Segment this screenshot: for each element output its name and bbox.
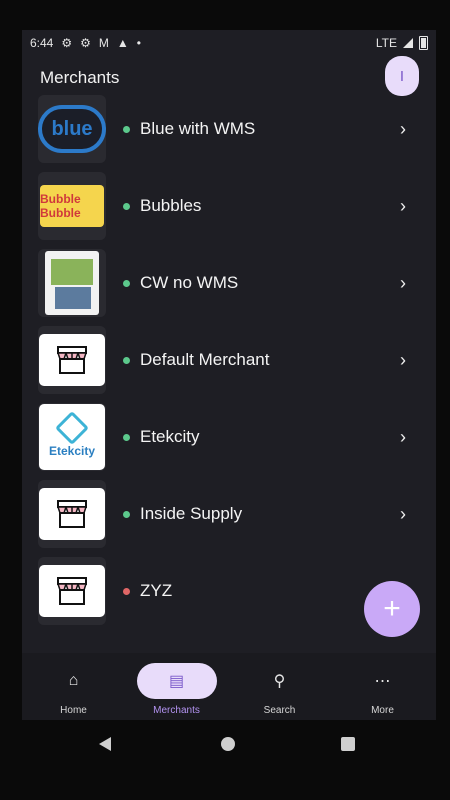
nav-item-merchants[interactable]: ▤ Merchants bbox=[125, 653, 228, 720]
chevron-right-icon: › bbox=[400, 426, 406, 447]
app-screen: 6:44 ⚙ ⚙ M ▲ • LTE Merchants I blue Blue… bbox=[22, 30, 436, 720]
merchant-logo: Bubble Bubble bbox=[38, 172, 106, 240]
chevron-right-icon: › bbox=[400, 503, 406, 524]
merchant-logo bbox=[38, 480, 106, 548]
notification-dot-icon: • bbox=[136, 36, 141, 50]
status-bar: 6:44 ⚙ ⚙ M ▲ • LTE bbox=[22, 30, 436, 56]
status-dot bbox=[123, 587, 130, 595]
plus-icon: + bbox=[383, 592, 401, 625]
settings-icon: ⚙ bbox=[61, 36, 73, 50]
merchant-logo bbox=[38, 249, 106, 317]
store-icon bbox=[56, 346, 88, 374]
nav-item-home[interactable]: ⌂ Home bbox=[22, 653, 125, 720]
etekcity-logo: Etekcity bbox=[39, 404, 105, 470]
avatar[interactable]: I bbox=[385, 56, 419, 96]
nav-label: Search bbox=[263, 705, 296, 716]
store-logo bbox=[39, 565, 105, 617]
nav-icon-container: ⋯ bbox=[343, 663, 423, 699]
merchant-name: Default Merchant bbox=[140, 350, 270, 369]
status-dot bbox=[123, 356, 130, 364]
cw-logo bbox=[45, 251, 99, 315]
merchant-logo bbox=[38, 557, 106, 625]
bubbles-logo: Bubble Bubble bbox=[40, 185, 104, 227]
nav-icon-container: ⌂ bbox=[34, 663, 114, 699]
more-icon: ⋯ bbox=[374, 673, 391, 690]
store-icon bbox=[56, 577, 88, 605]
etekcity-mark-icon bbox=[55, 411, 89, 445]
status-left: 6:44 ⚙ ⚙ M ▲ • bbox=[30, 36, 141, 50]
status-dot bbox=[123, 510, 130, 518]
status-right: LTE bbox=[376, 36, 428, 50]
battery-icon bbox=[419, 36, 428, 50]
mail-icon: M bbox=[98, 36, 109, 50]
home-button-icon[interactable] bbox=[221, 737, 235, 751]
merchant-row[interactable]: CW no WMS › bbox=[22, 248, 436, 318]
add-merchant-button[interactable]: + bbox=[364, 581, 420, 637]
nav-label: Merchants bbox=[153, 705, 200, 716]
merchant-name: ZYZ bbox=[140, 581, 173, 600]
merchant-row[interactable]: blue Blue with WMS › bbox=[22, 94, 436, 164]
store-icon: ▤ bbox=[168, 673, 185, 690]
blue-logo: blue bbox=[38, 105, 106, 153]
store-logo bbox=[39, 488, 105, 540]
chevron-right-icon: › bbox=[400, 195, 406, 216]
nav-icon-container: ▤ bbox=[136, 663, 217, 699]
merchant-logo: blue bbox=[38, 95, 106, 163]
store-icon bbox=[56, 500, 88, 528]
status-time: 6:44 bbox=[30, 36, 54, 50]
merchant-name: Etekcity bbox=[140, 427, 200, 446]
etekcity-logo-text: Etekcity bbox=[48, 444, 96, 458]
status-dot bbox=[123, 202, 130, 210]
status-dot bbox=[123, 433, 130, 441]
merchant-logo: Etekcity bbox=[38, 403, 106, 471]
system-nav-bar bbox=[0, 720, 450, 800]
signal-icon bbox=[403, 38, 413, 48]
home-icon: ⌂ bbox=[68, 672, 79, 689]
settings-icon: ⚙ bbox=[80, 36, 91, 50]
person-icon: ▲ bbox=[116, 36, 129, 50]
page-title: Merchants bbox=[40, 68, 120, 87]
merchant-row[interactable]: Default Merchant › bbox=[22, 325, 436, 395]
status-dot bbox=[123, 279, 130, 287]
recents-icon[interactable] bbox=[341, 737, 355, 751]
network-type: LTE bbox=[375, 36, 397, 50]
merchant-name: Bubbles bbox=[140, 196, 202, 215]
store-logo bbox=[39, 334, 105, 386]
status-dot bbox=[123, 125, 130, 133]
merchant-row[interactable]: Bubble Bubble Bubbles › bbox=[22, 171, 436, 241]
phone-frame: 6:44 ⚙ ⚙ M ▲ • LTE Merchants I blue Blue… bbox=[0, 0, 450, 800]
merchant-logo bbox=[38, 326, 106, 394]
chevron-right-icon: › bbox=[400, 349, 406, 370]
nav-label: More bbox=[371, 705, 394, 716]
back-icon[interactable] bbox=[99, 737, 111, 751]
search-icon: ⚲ bbox=[273, 673, 286, 690]
merchant-name: Inside Supply bbox=[140, 504, 243, 523]
merchant-name: CW no WMS bbox=[140, 273, 239, 292]
nav-item-more[interactable]: ⋯ More bbox=[331, 653, 434, 720]
merchant-name: Blue with WMS bbox=[140, 119, 256, 138]
nav-label: Home bbox=[60, 705, 87, 716]
merchant-row[interactable]: Etekcity Etekcity › bbox=[22, 402, 436, 472]
chevron-right-icon: › bbox=[400, 272, 406, 293]
nav-item-search[interactable]: ⚲ Search bbox=[228, 653, 331, 720]
chevron-right-icon: › bbox=[400, 118, 406, 139]
bottom-nav: ⌂ Home ▤ Merchants ⚲ Search ⋯ More bbox=[22, 653, 436, 720]
nav-icon-container: ⚲ bbox=[240, 663, 320, 699]
merchant-row[interactable]: Inside Supply › bbox=[22, 479, 436, 549]
